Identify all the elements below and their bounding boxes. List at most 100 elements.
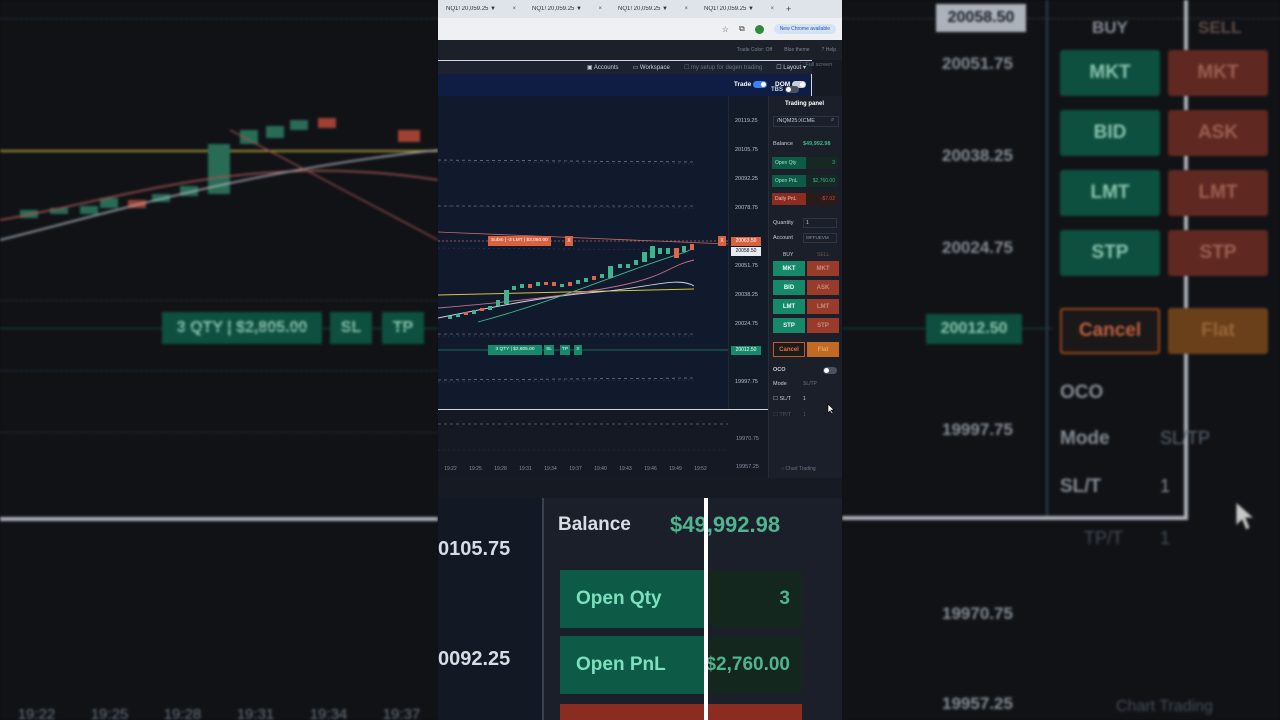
- bookmark-star-icon[interactable]: ☆: [722, 25, 729, 34]
- sell-limit-button[interactable]: LMT: [807, 299, 839, 314]
- theme-selector[interactable]: Blue theme: [784, 47, 809, 53]
- extensions-icon[interactable]: ⧉: [739, 24, 745, 34]
- bg-sell-lmt: LMT: [1168, 170, 1268, 216]
- bg-price: 20024.75: [942, 238, 1013, 257]
- video-frame: 3 QTY | $2,805.00 SL TP 19:22 19:25 19:28 1…: [0, 0, 1280, 720]
- bg-price: 19957.25: [942, 694, 1013, 713]
- bg-sell-header: SELL: [1198, 18, 1242, 37]
- zoom-open-qty-value: 3: [706, 570, 802, 628]
- zoom-open-qty-label: Open Qty: [560, 570, 706, 628]
- y-tick: 19997.75: [735, 379, 758, 385]
- zoom-panel: Balance $49,992.98 Open Qty 3 Open PnL $…: [542, 498, 842, 720]
- y-tick: 20105.75: [735, 147, 758, 153]
- fullscreen-button[interactable]: ⛶ Full screen: [800, 62, 832, 69]
- bg-position-price: 20012.50: [926, 314, 1022, 344]
- browser-tab-strip: NQ1! 20,059.25 ▼ × NQ1! 20,059.25 ▼ × NQ1!…: [438, 0, 842, 18]
- flat-button[interactable]: Flat: [807, 342, 839, 357]
- bg-tpt-value: 1: [1160, 528, 1171, 548]
- last-price-tag: 20058.50: [731, 247, 761, 256]
- chart-header: Trade DOM: [438, 74, 811, 96]
- zoom-balance-value: $49,992.98: [670, 512, 781, 537]
- update-browser-button[interactable]: New Chrome available: [773, 24, 836, 34]
- sell-ask-button[interactable]: ASK: [807, 280, 839, 295]
- buy-stop-button[interactable]: STP: [773, 318, 805, 333]
- y-tick: 20119.25: [735, 118, 758, 124]
- close-tab-icon[interactable]: ×: [684, 6, 688, 12]
- bg-x-axis: 19:22 19:25 19:28 19:31 19:34 19:37: [17, 706, 421, 720]
- chart-window: Trade DOM Subm | -3 LMT | $3,060.00 X X …: [438, 74, 812, 410]
- y-tick: 20051.75: [735, 263, 758, 269]
- symbol-search-input[interactable]: /NQM25:XCME: [773, 116, 839, 127]
- close-position-icon[interactable]: X: [574, 345, 582, 355]
- bg-price: 19997.75: [942, 420, 1013, 439]
- close-tab-icon[interactable]: ×: [770, 6, 774, 12]
- bg-buy-header: BUY: [1092, 18, 1128, 37]
- bg-cursor-icon: [1235, 500, 1256, 531]
- zoomed-detail-view: 0105.75 0092.25 Balance $49,992.98 Open …: [438, 498, 842, 720]
- quantity-input[interactable]: 1: [803, 218, 837, 228]
- buy-bid-button[interactable]: BID: [773, 280, 805, 295]
- take-profit-button[interactable]: TP: [560, 345, 570, 355]
- sl-ticks-input[interactable]: 1: [803, 396, 806, 402]
- browser-address-bar: ☆ ⧉ New Chrome available: [438, 18, 842, 40]
- zoom-y-tick: 0105.75: [438, 538, 511, 560]
- mode-select[interactable]: SL/TP: [803, 381, 817, 387]
- buy-market-button[interactable]: MKT: [773, 261, 805, 276]
- chart-trading-toggle[interactable]: ○ Chart Trading: [781, 466, 816, 472]
- zoom-y-tick: 0092.25: [438, 648, 511, 670]
- oco-label: OCO: [773, 367, 786, 373]
- cancel-order-icon[interactable]: X: [565, 236, 573, 246]
- daily-pnl-label: Daily PnL: [772, 193, 806, 205]
- y-tick: 20038.25: [735, 292, 758, 298]
- browser-tab[interactable]: NQ1! 20,059.25 ▼ ×: [610, 6, 696, 12]
- zoom-daily-pnl-row: [560, 704, 802, 720]
- close-tab-icon[interactable]: ×: [598, 6, 602, 12]
- app-top-bar: Trade Color: Off Blue theme ? Help: [438, 40, 842, 60]
- browser-tab[interactable]: NQ1! 20,059.25 ▼ ×: [524, 6, 610, 12]
- bg-slt: SL/T: [1060, 476, 1102, 497]
- zoom-balance-label: Balance: [558, 514, 631, 535]
- cancel-button[interactable]: Cancel: [773, 342, 805, 357]
- oco-toggle[interactable]: [823, 367, 837, 374]
- bg-last-price: 20058.50: [936, 4, 1026, 32]
- cancel-order-icon[interactable]: X: [718, 236, 726, 246]
- bg-tpt: TP/T: [1084, 528, 1123, 548]
- trade-color-toggle[interactable]: Trade Color: Off: [737, 47, 773, 53]
- trade-toggle[interactable]: Trade: [734, 81, 768, 89]
- bg-buy-bid: BID: [1060, 110, 1160, 156]
- time-axis[interactable]: 19:22 19:25 19:28 19:31 19:34 19:37 19:40 19:43…: [438, 466, 768, 478]
- position-label[interactable]: 3 QTY | $2,805.00: [488, 345, 542, 355]
- tbs-toggle[interactable]: TBS: [771, 86, 799, 93]
- working-order-label[interactable]: Subm | -3 LMT | $3,060.00: [488, 236, 551, 246]
- price-chart-canvas[interactable]: [438, 96, 729, 410]
- accounts-button[interactable]: ▣ Accounts: [587, 64, 619, 71]
- sl-ticks-label: ☐ SL/T: [773, 396, 792, 402]
- price-axis[interactable]: 20119.25 20105.75 20092.25 20078.75 2006…: [728, 96, 768, 409]
- zoom-open-pnl-value: $2,760.00: [705, 636, 802, 694]
- quantity-label: Quantity: [773, 220, 794, 226]
- close-tab-icon[interactable]: ×: [512, 6, 516, 12]
- browser-tab[interactable]: NQ1! 20,059.25 ▼ ×: [438, 6, 524, 12]
- position-price-tag: 20012.50: [731, 346, 761, 355]
- background-candles: [0, 118, 438, 241]
- background-panel-right: 20058.50 20051.75 20038.25 20024.75 2001…: [842, 0, 1280, 720]
- profile-avatar[interactable]: [754, 24, 764, 34]
- account-select[interactable]: MFFUEVM: [803, 233, 837, 243]
- browser-tab[interactable]: NQ1! 20,059.25 ▼ ×: [696, 6, 782, 12]
- buy-limit-button[interactable]: LMT: [773, 299, 805, 314]
- new-tab-icon[interactable]: +: [786, 4, 791, 14]
- help-link[interactable]: ? Help: [822, 47, 836, 53]
- search-icon[interactable]: ⌕: [831, 117, 834, 124]
- open-qty-label: Open Qty: [772, 157, 806, 169]
- layout-name[interactable]: ☐ my setup for degen trading: [684, 64, 762, 71]
- price-chart[interactable]: Subm | -3 LMT | $3,060.00 X X 3 QTY | $2…: [438, 96, 729, 410]
- bg-mode: Mode: [1060, 428, 1110, 449]
- bg-price: 19970.75: [942, 604, 1013, 623]
- tp-ticks-input[interactable]: 1: [803, 412, 806, 418]
- bg-price: 20038.25: [942, 146, 1013, 165]
- workspace-button[interactable]: ▭ Workspace: [633, 64, 670, 71]
- sell-market-button[interactable]: MKT: [807, 261, 839, 276]
- stop-loss-button[interactable]: SL: [544, 345, 554, 355]
- bg-chart-trading: Chart Trading: [1116, 698, 1213, 715]
- sell-stop-button[interactable]: STP: [807, 318, 839, 333]
